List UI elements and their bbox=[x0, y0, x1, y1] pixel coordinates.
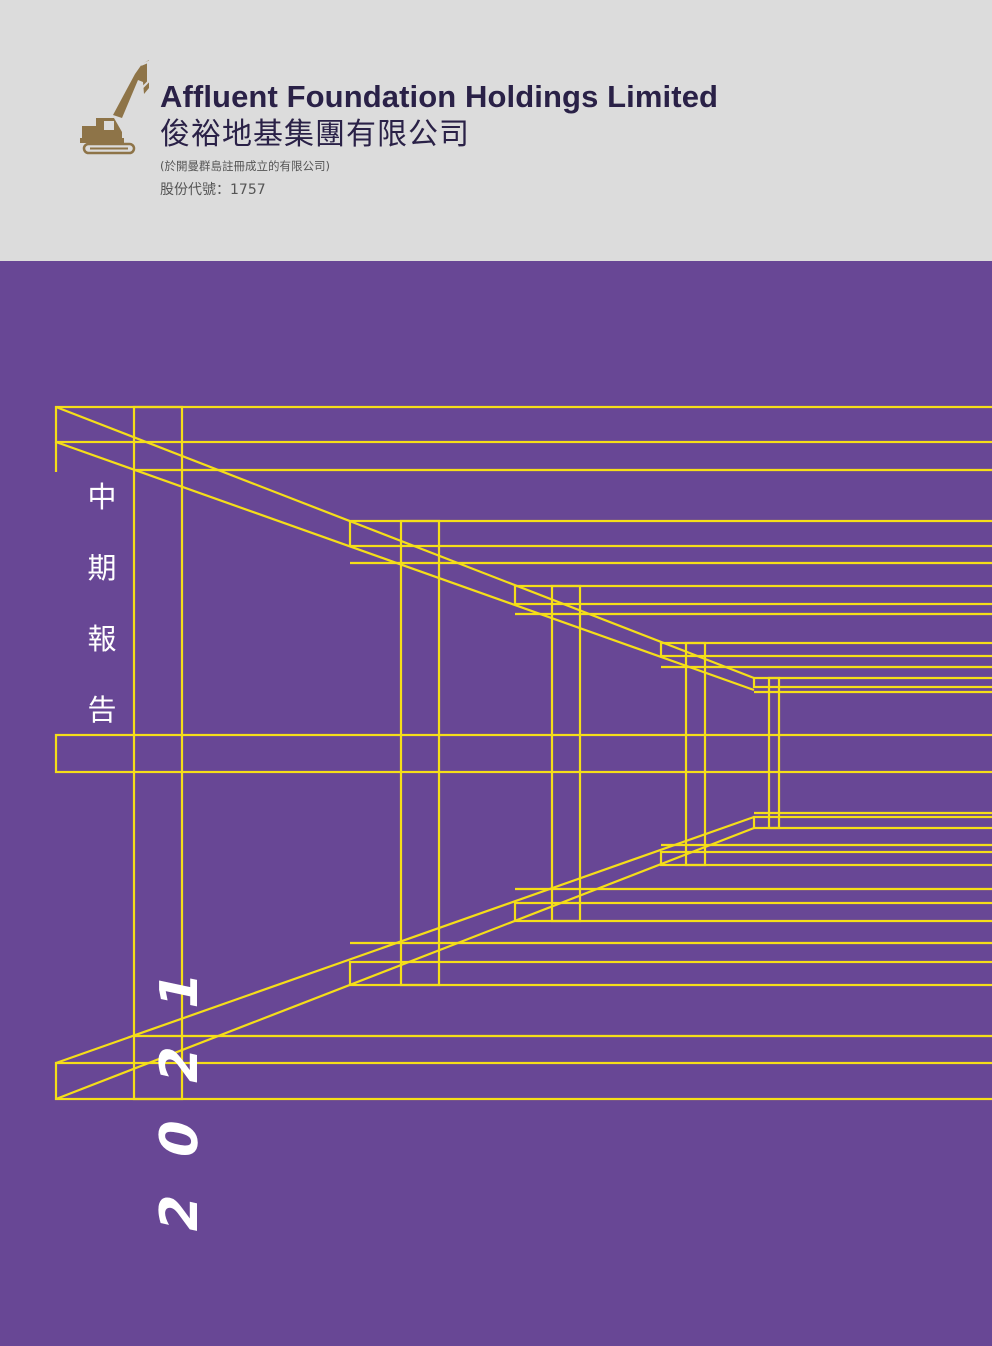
company-name-english: Affluent Foundation Holdings Limited bbox=[160, 79, 719, 114]
perspective-frame-artwork bbox=[54, 405, 992, 1101]
stock-code: 股份代號：1757 bbox=[160, 182, 266, 198]
report-year: 2021 bbox=[150, 928, 210, 1238]
report-title: 中期報告 bbox=[87, 480, 117, 727]
excavator-icon bbox=[80, 60, 149, 155]
incorporation-note: (於開曼群島註冊成立的有限公司) bbox=[160, 159, 330, 173]
company-name-chinese: 俊裕地基集團有限公司 bbox=[160, 117, 470, 152]
cover-header: Affluent Foundation Holdings Limited 俊裕地… bbox=[0, 0, 992, 261]
